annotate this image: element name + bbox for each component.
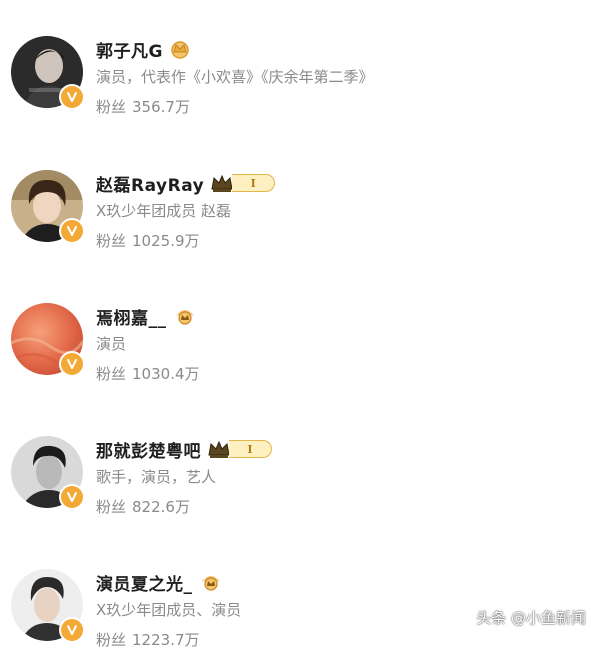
verified-badge-icon (59, 351, 85, 377)
crown-icon (199, 572, 223, 592)
fans-number: 1030.4万 (132, 365, 200, 383)
level-badge: I (232, 174, 276, 192)
user-name[interactable]: 焉栩嘉__ (96, 304, 167, 329)
user-name[interactable]: 演员夏之光_ (96, 570, 193, 595)
avatar[interactable] (11, 170, 85, 244)
name-row: 那就彭楚粤吧 I (96, 436, 272, 462)
fans-label: 粉丝 (96, 631, 127, 649)
avatar[interactable] (11, 36, 85, 110)
name-row: 焉栩嘉__ (96, 303, 197, 329)
user-name[interactable]: 那就彭楚粤吧 (96, 437, 201, 462)
crown-icon (169, 39, 191, 59)
fans-count: 粉丝 356.7万 (96, 96, 190, 117)
name-row: 赵磊RayRay I (96, 170, 276, 196)
fans-count: 粉丝 1025.9万 (96, 230, 200, 251)
user-description: 演员，代表作《小欢喜》《庆余年第二季》 (96, 68, 374, 86)
verified-badge-icon (59, 84, 85, 110)
watermark: 头条 @小鱼新闻 (476, 609, 586, 627)
fans-label: 粉丝 (96, 498, 127, 516)
fans-number: 822.6万 (132, 498, 190, 516)
fans-number: 1025.9万 (132, 232, 200, 250)
fans-count: 粉丝 1223.7万 (96, 629, 200, 650)
fans-label: 粉丝 (96, 98, 127, 116)
user-name[interactable]: 郭子凡G (96, 37, 163, 62)
avatar[interactable] (11, 303, 85, 377)
fans-number: 1223.7万 (132, 631, 200, 649)
user-name[interactable]: 赵磊RayRay (96, 171, 204, 196)
list-item[interactable]: 郭子凡G 演员，代表作《小欢喜》《庆余年第二季》 粉丝 356.7万 (0, 36, 600, 136)
list-item[interactable]: 赵磊RayRay I X玖少年团成员 赵磊 粉丝 1025.9万 (0, 170, 600, 270)
name-row: 郭子凡G (96, 36, 191, 62)
user-description: X玖少年团成员 赵磊 (96, 202, 232, 220)
user-description: 歌手，演员，艺人 (96, 468, 217, 486)
fans-label: 粉丝 (96, 232, 127, 250)
avatar[interactable] (11, 436, 85, 510)
name-row: 演员夏之光_ (96, 569, 223, 595)
user-list: 郭子凡G 演员，代表作《小欢喜》《庆余年第二季》 粉丝 356.7万 赵磊Ray… (0, 0, 600, 649)
verified-badge-icon (59, 617, 85, 643)
avatar[interactable] (11, 569, 85, 643)
fans-count: 粉丝 822.6万 (96, 496, 190, 517)
crown-icon (210, 173, 234, 193)
fans-number: 356.7万 (132, 98, 190, 116)
fans-count: 粉丝 1030.4万 (96, 363, 200, 384)
user-description: X玖少年团成员、演员 (96, 601, 242, 619)
crown-icon (173, 306, 197, 326)
list-item[interactable]: 焉栩嘉__ 演员 粉丝 1030.4万 (0, 303, 600, 403)
fans-label: 粉丝 (96, 365, 127, 383)
user-description: 演员 (96, 335, 127, 353)
verified-badge-icon (59, 218, 85, 244)
crown-icon (207, 439, 231, 459)
level-badge: I (229, 440, 272, 458)
verified-badge-icon (59, 484, 85, 510)
list-item[interactable]: 那就彭楚粤吧 I 歌手，演员，艺人 粉丝 822.6万 (0, 436, 600, 536)
